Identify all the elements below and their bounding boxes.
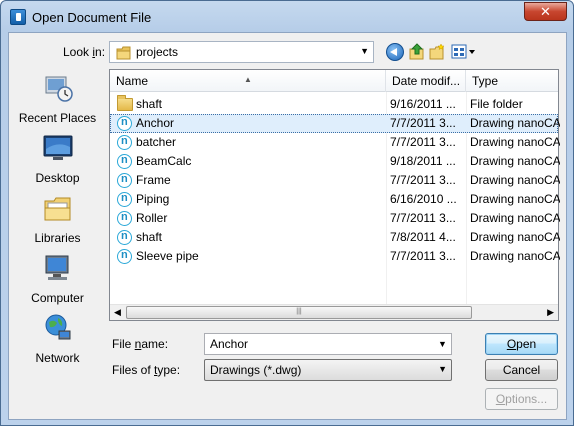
file-name: Anchor bbox=[136, 116, 175, 130]
file-name: shaft bbox=[136, 97, 163, 111]
network-icon bbox=[45, 314, 71, 340]
file-name: BeamCalc bbox=[136, 154, 192, 168]
folder-icon bbox=[116, 46, 131, 60]
file-list-header: Name ▲ Date modif... Type bbox=[110, 70, 558, 92]
file-row[interactable]: shaft 9/16/2011 ... File folder bbox=[110, 95, 558, 114]
place-libraries[interactable]: Libraries bbox=[9, 193, 106, 253]
sort-ascending-icon: ▲ bbox=[244, 75, 252, 84]
file-date: 7/7/2011 3... bbox=[390, 249, 456, 263]
file-row[interactable]: batcher 7/7/2011 3... Drawing nanoCA... bbox=[110, 132, 560, 152]
file-type: Drawing nanoCA... bbox=[470, 154, 560, 168]
dialog-body: Look in: projects ▼ Recent Places Deskto… bbox=[8, 32, 567, 420]
nanocad-file-icon bbox=[117, 132, 132, 151]
file-row[interactable]: shaft 7/8/2011 4... Drawing nanoCA... bbox=[110, 227, 560, 247]
file-date: 6/16/2010 ... bbox=[390, 192, 457, 206]
file-name: batcher bbox=[136, 135, 177, 149]
file-name: shaft bbox=[136, 230, 163, 244]
file-name: Sleeve pipe bbox=[136, 249, 199, 263]
chevron-down-icon: ▼ bbox=[438, 364, 447, 374]
file-type: Drawing nanoCA... bbox=[470, 211, 560, 225]
options-button[interactable]: Options... bbox=[485, 388, 558, 410]
close-button[interactable]: ✕ bbox=[524, 2, 567, 21]
title-bar[interactable]: Open Document File ✕ bbox=[1, 1, 573, 33]
file-type: File folder bbox=[470, 97, 523, 111]
cancel-button[interactable]: Cancel bbox=[485, 359, 558, 381]
look-in-label: Look in: bbox=[63, 45, 106, 59]
up-folder-icon[interactable] bbox=[408, 43, 426, 61]
nanocad-file-icon bbox=[117, 227, 132, 246]
nanocad-file-icon bbox=[117, 113, 132, 132]
chevron-down-icon: ▼ bbox=[360, 46, 369, 56]
file-date: 9/16/2011 ... bbox=[390, 97, 456, 111]
scroll-right-icon[interactable]: ▶ bbox=[547, 307, 554, 318]
place-label: Libraries bbox=[34, 231, 81, 245]
horizontal-scrollbar[interactable]: ◀ ||| ▶ bbox=[110, 304, 558, 320]
file-type-label: Files of type: bbox=[112, 363, 181, 377]
file-row[interactable]: Anchor 7/7/2011 3... Drawing nanoCA... bbox=[110, 113, 560, 133]
file-date: 9/18/2011 ... bbox=[390, 154, 456, 168]
place-desktop[interactable]: Desktop bbox=[9, 133, 106, 193]
file-type: Drawing nanoCA... bbox=[470, 230, 560, 244]
open-document-dialog: Open Document File ✕ Look in: projects ▼ bbox=[0, 0, 574, 426]
desktop-icon bbox=[43, 135, 73, 160]
file-name: Roller bbox=[136, 211, 168, 225]
file-name: Frame bbox=[136, 173, 171, 187]
nanocad-file-icon bbox=[117, 189, 132, 208]
file-type-dropdown[interactable]: Drawings (*.dwg) ▼ bbox=[204, 359, 452, 381]
libraries-icon bbox=[44, 197, 71, 221]
open-button[interactable]: Open bbox=[485, 333, 558, 355]
file-row[interactable]: Sleeve pipe 7/7/2011 3... Drawing nanoCA… bbox=[110, 246, 560, 266]
computer-icon bbox=[45, 255, 69, 280]
places-bar: Recent Places Desktop Libraries Computer… bbox=[9, 69, 106, 365]
app-icon bbox=[10, 9, 26, 25]
file-row[interactable]: BeamCalc 9/18/2011 ... Drawing nanoCA... bbox=[110, 151, 560, 171]
file-type: Drawing nanoCA... bbox=[470, 173, 560, 187]
column-header-name[interactable]: Name ▲ bbox=[110, 70, 386, 92]
file-name-input[interactable] bbox=[204, 333, 452, 355]
place-label: Computer bbox=[31, 291, 84, 305]
nanocad-file-icon bbox=[117, 170, 132, 189]
file-name-label: File name: bbox=[112, 337, 169, 351]
file-name: Piping bbox=[136, 192, 170, 206]
look-in-value: projects bbox=[136, 45, 179, 59]
place-recent-places[interactable]: Recent Places bbox=[9, 73, 106, 133]
file-type: Drawing nanoCA... bbox=[470, 116, 560, 130]
place-network[interactable]: Network bbox=[9, 313, 106, 373]
file-type: Drawing nanoCA... bbox=[470, 135, 560, 149]
look-in-dropdown[interactable]: projects ▼ bbox=[109, 41, 374, 63]
place-label: Recent Places bbox=[18, 111, 97, 125]
column-header-type[interactable]: Type bbox=[466, 70, 558, 92]
file-row[interactable]: Frame 7/7/2011 3... Drawing nanoCA... bbox=[110, 170, 560, 190]
column-header-date[interactable]: Date modif... bbox=[386, 70, 466, 92]
file-row[interactable]: Piping 6/16/2010 ... Drawing nanoCA... bbox=[110, 189, 560, 209]
views-menu-icon[interactable] bbox=[451, 43, 477, 61]
file-type-value: Drawings (*.dwg) bbox=[210, 363, 302, 377]
file-date: 7/7/2011 3... bbox=[390, 135, 456, 149]
chevron-down-icon[interactable]: ▼ bbox=[438, 339, 447, 349]
file-date: 7/8/2011 4... bbox=[390, 230, 456, 244]
place-computer[interactable]: Computer bbox=[9, 253, 106, 313]
new-folder-icon[interactable] bbox=[428, 43, 446, 61]
recent-places-icon bbox=[45, 76, 73, 102]
nanocad-file-icon bbox=[117, 151, 132, 170]
file-date: 7/7/2011 3... bbox=[390, 116, 456, 130]
scrollbar-thumb[interactable]: ||| bbox=[126, 306, 472, 319]
file-type: Drawing nanoCA... bbox=[470, 249, 560, 263]
scroll-left-icon[interactable]: ◀ bbox=[114, 307, 121, 318]
file-list[interactable]: Name ▲ Date modif... Type shaft 9/16/201… bbox=[109, 69, 560, 321]
file-row[interactable]: Roller 7/7/2011 3... Drawing nanoCA... bbox=[110, 208, 560, 228]
nanocad-file-icon bbox=[117, 208, 132, 227]
place-label: Network bbox=[35, 351, 80, 365]
folder-icon bbox=[117, 95, 133, 111]
window-title: Open Document File bbox=[32, 10, 152, 25]
file-date: 7/7/2011 3... bbox=[390, 173, 456, 187]
back-icon[interactable] bbox=[386, 43, 404, 61]
place-label: Desktop bbox=[35, 171, 80, 185]
file-date: 7/7/2011 3... bbox=[390, 211, 456, 225]
nanocad-file-icon bbox=[117, 246, 132, 265]
file-type: Drawing nanoCA... bbox=[470, 192, 560, 206]
